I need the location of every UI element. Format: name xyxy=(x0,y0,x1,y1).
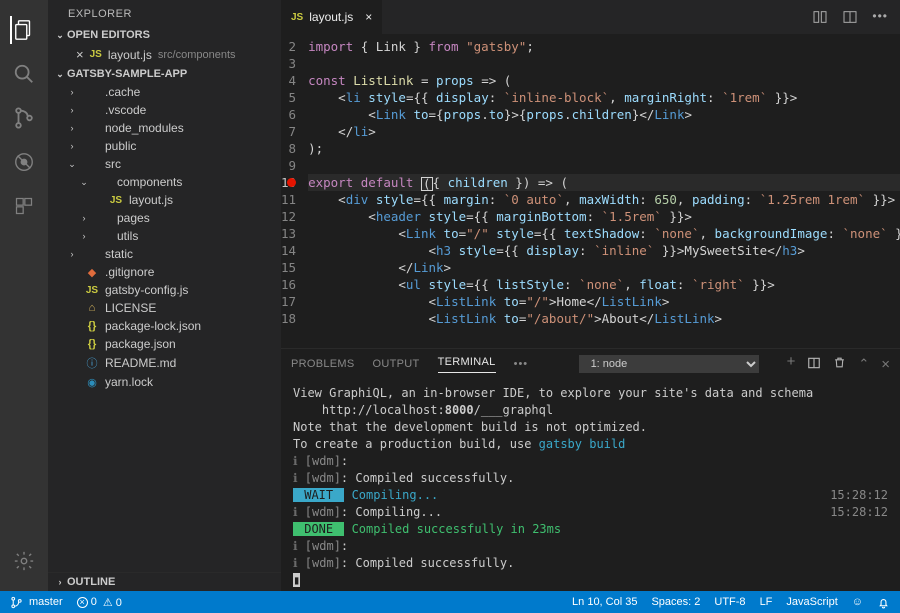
split-editor-icon[interactable] xyxy=(842,9,858,25)
debug-icon[interactable] xyxy=(10,148,38,176)
folder-item[interactable]: ›utils xyxy=(48,227,281,245)
sidebar: EXPLORER ⌄OPEN EDITORS × JS layout.js sr… xyxy=(48,0,281,591)
info-icon: ⓘ xyxy=(84,355,100,371)
open-editor-item[interactable]: × JS layout.js src/components xyxy=(48,44,281,65)
editor-tab[interactable]: JS layout.js × xyxy=(281,0,382,34)
folder-item[interactable]: ›node_modules xyxy=(48,119,281,137)
kill-terminal-icon[interactable] xyxy=(833,356,846,373)
editor-area: JS layout.js × ••• 234567891011121314151… xyxy=(281,0,900,591)
panel-tabs: PROBLEMS OUTPUT TERMINAL ••• 1: node + ⌃… xyxy=(281,349,900,379)
file-item[interactable]: JSgatsby-config.js xyxy=(48,281,281,299)
more-icon[interactable]: ••• xyxy=(514,358,529,370)
terminal-output[interactable]: View GraphiQL, an in-browser IDE, to exp… xyxy=(281,379,900,591)
gear-icon[interactable] xyxy=(10,547,38,575)
file-item[interactable]: ⌂LICENSE xyxy=(48,299,281,317)
code-editor[interactable]: 23456789101112131415161718 import { Link… xyxy=(281,34,900,348)
sidebar-title: EXPLORER xyxy=(48,0,281,26)
file-item[interactable]: JSlayout.js xyxy=(48,191,281,209)
yarn-icon: ◉ xyxy=(84,376,100,389)
explorer-icon[interactable] xyxy=(10,16,38,44)
js-icon: JS xyxy=(291,12,303,23)
folder-item[interactable]: ⌄src xyxy=(48,155,281,173)
tab-close-icon[interactable]: × xyxy=(365,10,372,24)
terminal-select[interactable]: 1: node xyxy=(579,355,759,373)
activity-bar xyxy=(0,0,48,591)
file-tree: ›.cache›.vscode›node_modules›public⌄src⌄… xyxy=(48,83,281,572)
extensions-icon[interactable] xyxy=(10,192,38,220)
breakpoint-icon[interactable] xyxy=(287,178,296,187)
line-gutter: 23456789101112131415161718 xyxy=(281,34,308,348)
close-icon[interactable]: × xyxy=(76,47,84,62)
folder-item[interactable]: ›.cache xyxy=(48,83,281,101)
js-icon: JS xyxy=(90,49,102,60)
status-cursor-pos[interactable]: Ln 10, Col 35 xyxy=(572,596,637,608)
json-icon: {} xyxy=(84,320,100,332)
file-item[interactable]: ◆.gitignore xyxy=(48,263,281,281)
git-icon: ◆ xyxy=(84,266,100,279)
file-item[interactable]: {}package.json xyxy=(48,335,281,353)
status-branch[interactable]: master xyxy=(29,596,63,608)
panel-maximize-icon[interactable]: ⌃ xyxy=(858,356,869,373)
feedback-smile-icon[interactable]: ☺ xyxy=(852,596,863,608)
status-lang[interactable]: JavaScript xyxy=(786,596,837,608)
compare-icon[interactable] xyxy=(812,9,828,25)
status-encoding[interactable]: UTF-8 xyxy=(714,596,745,608)
status-spaces[interactable]: Spaces: 2 xyxy=(651,596,700,608)
search-icon[interactable] xyxy=(10,60,38,88)
branch-icon[interactable] xyxy=(10,596,23,609)
panel-close-icon[interactable]: × xyxy=(881,356,890,373)
project-section[interactable]: ⌄GATSBY-SAMPLE-APP xyxy=(48,65,281,83)
notifications-bell-icon[interactable] xyxy=(877,596,890,609)
scm-icon[interactable] xyxy=(10,104,38,132)
folder-item[interactable]: ›.vscode xyxy=(48,101,281,119)
folder-item[interactable]: ›static xyxy=(48,245,281,263)
folder-item[interactable]: ⌄components xyxy=(48,173,281,191)
panel-tab-output[interactable]: OUTPUT xyxy=(373,358,420,370)
status-warnings[interactable]: ⚠ 0 xyxy=(103,596,122,609)
status-eol[interactable]: LF xyxy=(760,596,773,608)
more-icon[interactable]: ••• xyxy=(872,9,888,25)
outline-section[interactable]: ›OUTLINE xyxy=(48,572,281,591)
file-item[interactable]: {}package-lock.json xyxy=(48,317,281,335)
status-bar: master × 0 ⚠ 0 Ln 10, Col 35 Spaces: 2 U… xyxy=(0,591,900,613)
folder-item[interactable]: ›pages xyxy=(48,209,281,227)
status-errors[interactable]: × 0 xyxy=(77,596,97,608)
folder-item[interactable]: ›public xyxy=(48,137,281,155)
js-icon: JS xyxy=(108,194,124,206)
js-icon: JS xyxy=(84,284,100,296)
new-terminal-icon[interactable]: + xyxy=(787,356,796,373)
split-terminal-icon[interactable] xyxy=(807,356,821,373)
panel-tab-terminal[interactable]: TERMINAL xyxy=(438,356,496,373)
panel-tab-problems[interactable]: PROBLEMS xyxy=(291,358,355,370)
file-item[interactable]: ◉yarn.lock xyxy=(48,373,281,391)
lic-icon: ⌂ xyxy=(84,302,100,314)
open-editors-section[interactable]: ⌄OPEN EDITORS xyxy=(48,26,281,44)
json-icon: {} xyxy=(84,338,100,350)
tab-bar: JS layout.js × ••• xyxy=(281,0,900,34)
bottom-panel: PROBLEMS OUTPUT TERMINAL ••• 1: node + ⌃… xyxy=(281,348,900,591)
file-item[interactable]: ⓘREADME.md xyxy=(48,353,281,373)
